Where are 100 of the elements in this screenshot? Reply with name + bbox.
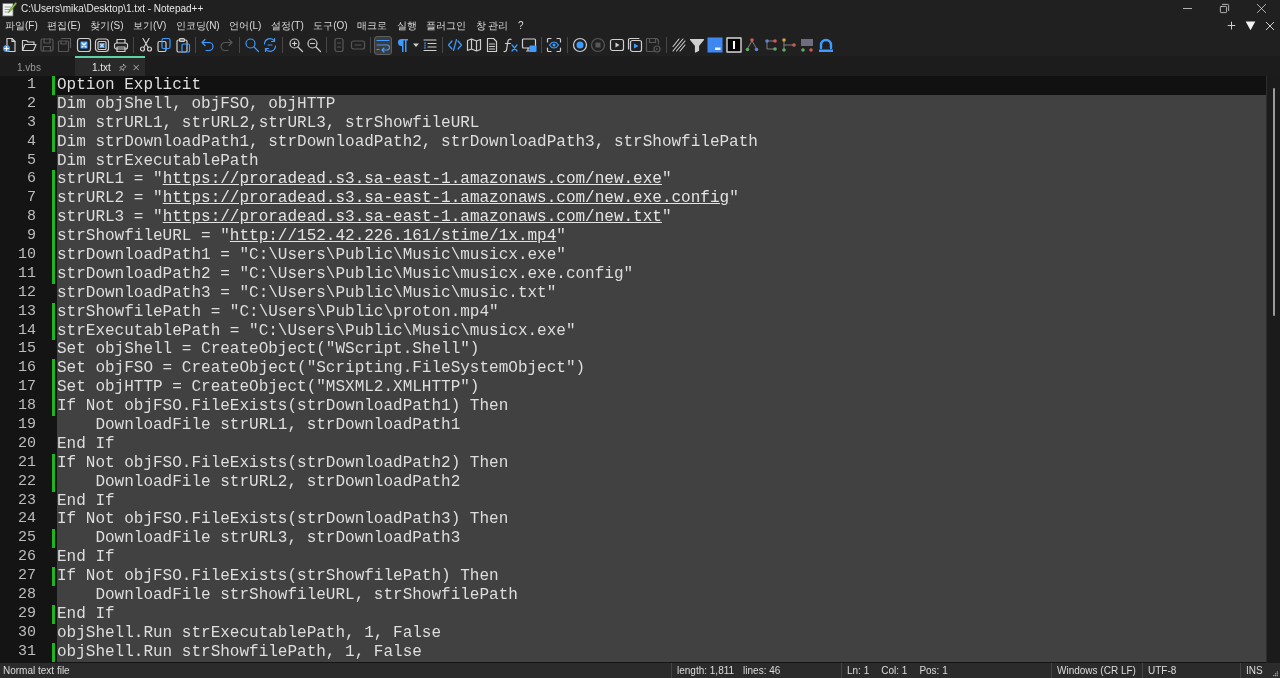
line-number: 23	[17, 491, 37, 511]
line-count-label: lines: 46	[743, 664, 781, 677]
open-folder-icon[interactable]	[20, 37, 37, 53]
line-number: 2	[26, 94, 37, 114]
line-number: 28	[17, 586, 37, 605]
line-number: 4	[26, 132, 37, 152]
pin-icon[interactable]	[118, 61, 127, 73]
url-link[interactable]: http://152.42.226.161/stime/1x.mp4	[229, 227, 557, 246]
node-graph-icon[interactable]	[799, 37, 816, 53]
line-number: 3	[26, 113, 37, 133]
funnel-icon[interactable]	[689, 37, 706, 53]
line-number: 18	[17, 397, 37, 417]
tab[interactable]: 1.txt	[75, 56, 145, 76]
zoom-out-icon[interactable]	[306, 37, 323, 53]
menu-item[interactable]: 매크로	[357, 19, 388, 32]
new-file-icon[interactable]	[2, 37, 19, 53]
menu-item[interactable]: 플러그인	[426, 19, 467, 32]
code-tag-icon[interactable]	[447, 37, 464, 53]
file-type-label: Normal text file	[3, 664, 70, 677]
monitor-icon[interactable]	[520, 37, 537, 53]
notepad-icon	[1, 0, 17, 17]
indent-guide-icon[interactable]	[422, 37, 438, 53]
line-number: 14	[17, 321, 37, 341]
restore-icon[interactable]	[1219, 3, 1230, 14]
line-ending-label: Windows (CR LF)	[1057, 664, 1136, 677]
line-number: 1	[26, 76, 37, 95]
line-number: 10	[17, 246, 37, 265]
line-number: 22	[17, 472, 37, 492]
window-title: C:\Users\mika\Desktop\1.txt - Notepad++	[21, 2, 204, 15]
menu-item[interactable]: 찾기(S)	[90, 19, 124, 32]
line-number: 11	[17, 264, 37, 284]
arch-icon[interactable]	[817, 37, 834, 53]
line-number: 29	[17, 604, 37, 624]
line-number: 30	[17, 623, 37, 643]
map-icon[interactable]	[465, 37, 482, 53]
caret-down-icon[interactable]	[1245, 20, 1256, 31]
line-number: 26	[17, 548, 37, 568]
clipboard-icon[interactable]	[174, 37, 191, 53]
line-number: 25	[17, 529, 37, 549]
menu-item[interactable]: 실행	[396, 19, 417, 32]
node-graph-icon[interactable]	[762, 37, 779, 53]
menu-item[interactable]: 도구(O)	[313, 19, 348, 32]
url-link[interactable]: https://proradead.s3.sa-east-1.amazonaws.com/new.exe.config	[162, 189, 730, 208]
eye-frame-icon[interactable]	[546, 37, 563, 53]
menu-item[interactable]: 파일(F)	[5, 19, 38, 32]
line-number: 5	[26, 151, 37, 171]
printer-icon[interactable]	[112, 37, 129, 53]
menu-item[interactable]: 보기(V)	[132, 19, 167, 32]
menu-item[interactable]: 편집(E)	[47, 19, 81, 32]
node-graph-icon[interactable]	[744, 37, 761, 53]
play-icon[interactable]	[608, 37, 625, 53]
line-number: 7	[26, 189, 37, 209]
function-icon[interactable]	[502, 37, 519, 53]
close-file-icon[interactable]	[75, 37, 92, 53]
undo-icon[interactable]	[200, 37, 217, 53]
line-number: 13	[17, 302, 37, 322]
line-number: 24	[17, 510, 37, 530]
hatched-icon[interactable]	[670, 37, 687, 53]
url-link[interactable]: https://proradead.s3.sa-east-1.amazonaws.com/new.exe	[162, 170, 662, 189]
url-link[interactable]: https://proradead.s3.sa-east-1.amazonaws.com/new.txt	[162, 208, 662, 227]
menu-item[interactable]: 언어(L)	[229, 19, 262, 32]
framed-tile-icon[interactable]	[725, 37, 742, 53]
line-number: 6	[26, 170, 37, 190]
record-icon[interactable]	[571, 37, 588, 53]
line-number: 16	[17, 359, 37, 379]
line-number: 15	[17, 340, 37, 360]
line-number: 21	[17, 453, 37, 473]
menu-item[interactable]: 창 관리	[475, 19, 509, 32]
scrollbar-thumb[interactable]	[1272, 88, 1275, 316]
menu-item[interactable]: ?	[517, 19, 524, 32]
script-tile-icon[interactable]	[707, 37, 724, 53]
close-icon[interactable]	[1256, 3, 1267, 14]
line-number: 31	[17, 642, 37, 662]
line-number: 19	[17, 416, 37, 435]
resize-grip-icon[interactable]	[1271, 669, 1278, 677]
line-number: 17	[17, 378, 37, 398]
zoom-in-icon[interactable]	[287, 37, 304, 53]
cursor-column-label: Col: 1	[881, 664, 908, 677]
node-graph-icon[interactable]	[781, 37, 798, 53]
close-icon[interactable]	[1265, 20, 1275, 31]
line-number: 12	[17, 283, 37, 303]
replace-icon[interactable]	[262, 37, 279, 53]
copy-icon[interactable]	[156, 37, 173, 53]
line-number: 9	[26, 227, 37, 246]
length-label: length: 1,811	[677, 664, 735, 677]
play-repeat-icon[interactable]	[626, 37, 643, 53]
search-icon[interactable]	[243, 37, 260, 53]
line-number: 8	[26, 208, 37, 228]
menu-item[interactable]: 인코딩(N)	[175, 19, 220, 32]
scissors-icon[interactable]	[137, 37, 154, 53]
line-number: 27	[17, 567, 37, 587]
menu-item[interactable]: 설정(T)	[270, 19, 304, 32]
encoding-label: UTF-8	[1148, 664, 1177, 677]
insert-mode-label: INS	[1246, 664, 1263, 677]
close-all-icon[interactable]	[94, 37, 111, 53]
add-icon[interactable]	[1227, 21, 1236, 30]
cursor-line-label: Ln: 1	[847, 664, 870, 677]
vertical-scrollbar[interactable]	[1266, 76, 1280, 663]
line-number: 20	[17, 434, 37, 454]
cursor-position-label: Pos: 1	[919, 664, 948, 677]
